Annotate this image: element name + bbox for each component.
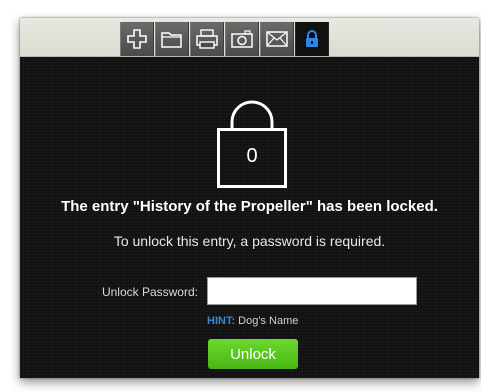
mail-button[interactable] <box>260 22 294 56</box>
envelope-icon <box>266 31 288 47</box>
camera-icon <box>231 30 253 48</box>
unlock-instruction: To unlock this entry, a password is requ… <box>113 233 386 249</box>
printer-icon <box>196 29 218 49</box>
locked-message: The entry "History of the Propeller" has… <box>61 198 438 215</box>
password-hint: HINT: Dog's Name <box>207 315 298 327</box>
password-label: Unlock Password: <box>101 285 198 299</box>
folder-button[interactable] <box>155 22 189 56</box>
unlock-button[interactable]: Unlock <box>208 339 298 369</box>
print-button[interactable] <box>190 22 224 56</box>
lock-button[interactable] <box>295 22 329 56</box>
toolbar-buttons <box>120 22 330 56</box>
folder-icon <box>161 32 182 48</box>
password-input[interactable] <box>207 277 417 305</box>
lock-icon <box>306 30 318 47</box>
plus-icon <box>127 29 147 49</box>
add-button[interactable] <box>120 22 154 56</box>
lock-number: 0 <box>246 145 258 167</box>
locked-entry-window: 0 The entry "History of the Propeller" h… <box>20 18 479 378</box>
hint-label: HINT: <box>207 315 236 327</box>
padlock-icon <box>217 100 287 188</box>
camera-button[interactable] <box>225 22 259 56</box>
hint-text: Dog's Name <box>238 315 299 327</box>
toolbar <box>20 18 479 57</box>
